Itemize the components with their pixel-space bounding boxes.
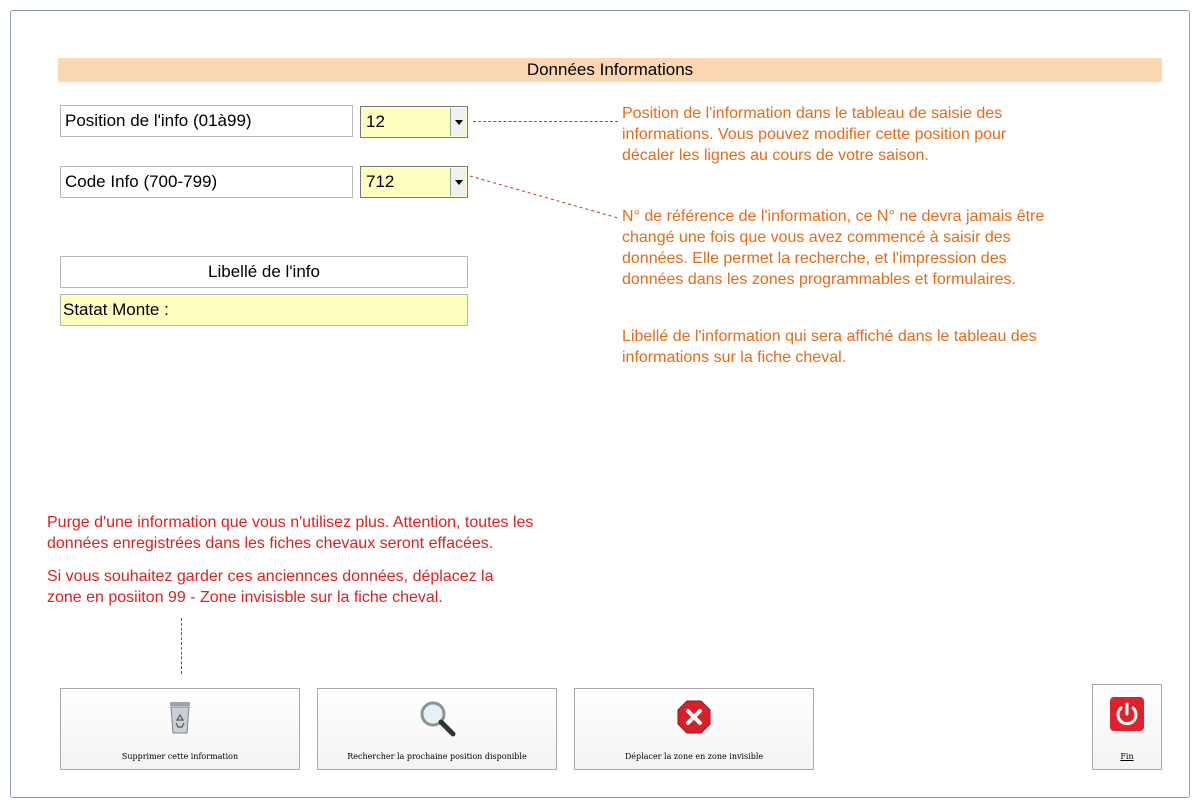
magnifier-icon: [417, 699, 457, 741]
chevron-down-icon[interactable]: [450, 168, 466, 196]
recycle-bin-icon: [167, 699, 193, 737]
connector-line: [469, 175, 619, 219]
code-value: 712: [366, 172, 395, 191]
section-header: Données Informations: [58, 58, 1162, 82]
connector-line: [473, 121, 618, 122]
search-position-button[interactable]: Rechercher la prochaine position disponi…: [317, 688, 557, 770]
purge-warning-text: Purge d'une information que vous n'utili…: [47, 514, 534, 552]
end-button[interactable]: Fin: [1092, 684, 1162, 770]
delete-info-button[interactable]: Supprimer cette information: [60, 688, 300, 770]
move-invisible-label: Déplacer la zone en zone invisible: [624, 752, 764, 761]
libelle-label: Libellé de l'info: [60, 256, 468, 288]
position-label: Position de l'info (01à99): [60, 105, 353, 137]
code-help-text: N° de référence de l'information, ce N° …: [622, 208, 1045, 288]
red-x-icon: [676, 699, 712, 737]
position-combobox[interactable]: 12: [360, 106, 468, 138]
code-label: Code Info (700-799): [60, 166, 353, 198]
position-value: 12: [366, 112, 385, 131]
code-combobox[interactable]: 712: [360, 166, 468, 198]
delete-info-label: Supprimer cette information: [121, 752, 239, 761]
move-invisible-button[interactable]: Déplacer la zone en zone invisible: [574, 688, 814, 770]
keep-data-text: Si vous souhaitez garder ces anciennces …: [47, 568, 494, 606]
end-label: Fin: [1120, 752, 1134, 761]
search-position-label: Rechercher la prochaine position disponi…: [347, 752, 527, 761]
libelle-input[interactable]: Statat Monte :: [60, 294, 468, 326]
position-help-text: Position de l'information dans le tablea…: [622, 105, 1007, 164]
connector-line: [181, 618, 182, 674]
power-icon: [1110, 697, 1144, 733]
libelle-help-text: Libellé de l'information qui sera affich…: [622, 328, 1037, 366]
chevron-down-icon[interactable]: [450, 108, 466, 136]
